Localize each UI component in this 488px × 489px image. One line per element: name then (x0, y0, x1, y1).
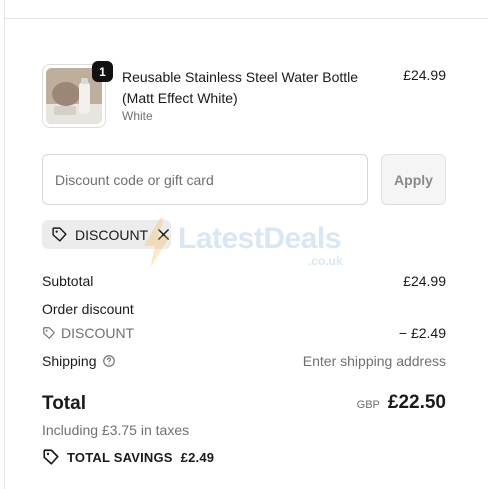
discount-code-input[interactable] (42, 154, 368, 205)
product-price: £24.99 (403, 67, 446, 83)
savings-amount: £2.49 (180, 449, 215, 465)
quantity-badge: 1 (92, 61, 113, 82)
tag-icon (42, 326, 56, 343)
watermark-subtext: .co.uk (308, 254, 343, 268)
subtotal-label: Subtotal (42, 273, 94, 289)
discount-code-text: DISCOUNT (61, 325, 135, 341)
total-amount: £22.50 (387, 392, 446, 413)
product-variant: White (122, 109, 153, 123)
tag-icon (51, 226, 68, 243)
order-discount-row: Order discount (42, 301, 446, 321)
total-value-wrap: GBP £22.50 (357, 392, 446, 414)
applied-discount-code: DISCOUNT (75, 226, 149, 243)
shipping-row: Shipping Enter shipping address (42, 353, 446, 373)
line-item: 1 Reusable Stainless Steel Water Bottle … (42, 61, 446, 132)
currency-code: GBP (356, 399, 380, 411)
help-icon[interactable] (102, 354, 116, 371)
taxes-note: Including £3.75 in taxes (42, 422, 190, 438)
shipping-label: Shipping (42, 353, 97, 369)
product-thumbnail: 1 (42, 61, 113, 128)
apply-button[interactable]: Apply (381, 154, 446, 205)
lightning-bolt-icon (144, 218, 170, 268)
savings-label: TOTAL SAVINGS (67, 449, 173, 465)
total-row: Total GBP £22.50 (42, 392, 446, 418)
product-name: Reusable Stainless Steel Water Bottle (M… (122, 69, 359, 106)
total-label: Total (42, 393, 86, 414)
subtotal-value: £24.99 (403, 273, 446, 289)
discount-amount: − £2.49 (398, 325, 446, 341)
header-divider (4, 18, 488, 19)
watermark-logo: LatestDeals .co.uk (142, 216, 352, 272)
total-savings: TOTAL SAVINGS £2.49 (42, 448, 214, 466)
discount-code-line: DISCOUNT (42, 325, 134, 343)
shipping-value: Enter shipping address (302, 353, 446, 369)
discount-code-row: DISCOUNT − £2.49 (42, 325, 446, 345)
watermark-text: LatestDeals (178, 222, 341, 255)
shipping-label-wrap: Shipping (42, 353, 116, 371)
panel-left-border (4, 0, 5, 489)
order-discount-label: Order discount (42, 301, 134, 317)
subtotal-row: Subtotal £24.99 (42, 273, 446, 293)
savings-tag-icon (42, 448, 60, 466)
